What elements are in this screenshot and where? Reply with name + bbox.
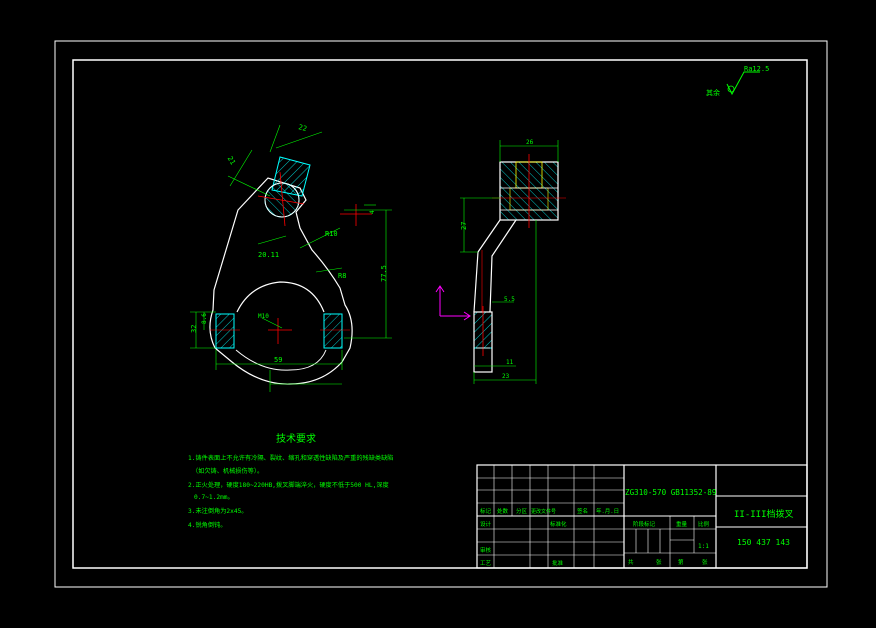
- tb-weight-label: 重量: [676, 520, 688, 528]
- dim-left-small-h: 32: [190, 325, 198, 333]
- dim-left-top-h: 21: [226, 155, 237, 166]
- dim-left-side: 4: [369, 210, 376, 214]
- technical-requirements: 技术要求 1.铸件表面上不允许有冷隔、裂纹、缩孔和穿透性缺陷及严重的残缺类缺陷 …: [188, 432, 393, 529]
- tb-label-mark: 标记: [480, 507, 492, 515]
- tb-label-count: 处数: [497, 507, 509, 515]
- dim-left-r: R10: [325, 230, 338, 238]
- dim-right-v: 27: [460, 222, 468, 230]
- side-view: 26 27 5.5 11 23: [435, 139, 566, 384]
- tb-stage-label: 阶段标记: [633, 520, 656, 528]
- front-view: 22 21 R10 20.11 R8 M10 77.5 4 59 32 8.6: [190, 123, 392, 392]
- tb-approve: 批准: [552, 559, 564, 567]
- tb-label-zone: 分区: [516, 507, 528, 515]
- roughness-label: 其余: [706, 88, 720, 97]
- tb-review: 审核: [480, 546, 492, 554]
- tb-sheet2: 第: [678, 558, 684, 566]
- tb-part-name: II-III档拨叉: [734, 508, 794, 520]
- dim-left-top-w: 22: [297, 123, 307, 133]
- tb-standard: 标准化: [550, 520, 567, 528]
- right-pad: [323, 313, 343, 349]
- dim-left-bottom-w: 59: [274, 356, 282, 364]
- left-pad: [215, 313, 235, 349]
- tb-label-date: 年.月.日: [596, 507, 619, 515]
- tech-line-3: 2.正火处理，硬度180~220HB,拨叉脚端淬火，硬度不低于500 HL,深度: [188, 481, 389, 489]
- tech-line-1: 1.铸件表面上不允许有冷隔、裂纹、缩孔和穿透性缺陷及严重的残缺类缺陷: [188, 454, 393, 462]
- dim-right-top-w: 26: [526, 139, 534, 146]
- roughness-value: Ra12.5: [744, 65, 769, 73]
- tech-line-6: 4.锐角倒钝。: [188, 521, 226, 529]
- tb-design: 设计: [480, 520, 492, 528]
- dim-right-pin: 11: [506, 359, 514, 366]
- tb-sheet2-of: 张: [702, 558, 708, 566]
- dim-left-angle: 20.11: [258, 251, 279, 259]
- tb-label-doc: 更改文件号: [531, 508, 556, 515]
- tech-line-5: 3.未注倒角为2x45。: [188, 507, 247, 515]
- tb-label-sign: 签名: [577, 507, 588, 515]
- dim-left-r2: R8: [338, 272, 346, 280]
- dim-left-hole: M10: [258, 313, 269, 320]
- tech-line-4: 0.7~1.2mm。: [194, 494, 234, 501]
- tb-material: ZG310-570 GB11352-89: [625, 488, 717, 497]
- roughness-symbol: 其余 Ra12.5: [706, 65, 769, 97]
- dim-right-step: 5.5: [504, 296, 515, 303]
- dim-right-bottom-w: 23: [502, 373, 510, 380]
- tb-sheet-of: 张: [656, 558, 662, 566]
- tb-scale-label: 比例: [698, 520, 710, 528]
- tech-line-2: （如欠铸、机械损伤等）。: [192, 467, 263, 475]
- outer-frame: [54, 40, 828, 588]
- tb-scale: 1:1: [698, 543, 709, 550]
- dim-left-h: 77.5: [380, 265, 388, 282]
- fork-inner-arc: [236, 281, 325, 313]
- dim-left-small-v: 8.6: [201, 313, 208, 324]
- tb-process: 工艺: [480, 560, 492, 567]
- tech-title: 技术要求: [276, 432, 316, 445]
- tb-part-no: 150 437 143: [737, 538, 790, 547]
- engineering-drawing: 其余 Ra12.5 22 21 R10 20.11 R8 M10 77.5 4 …: [54, 40, 828, 588]
- tb-sheet: 共: [628, 558, 634, 566]
- axis-marker: [435, 285, 471, 321]
